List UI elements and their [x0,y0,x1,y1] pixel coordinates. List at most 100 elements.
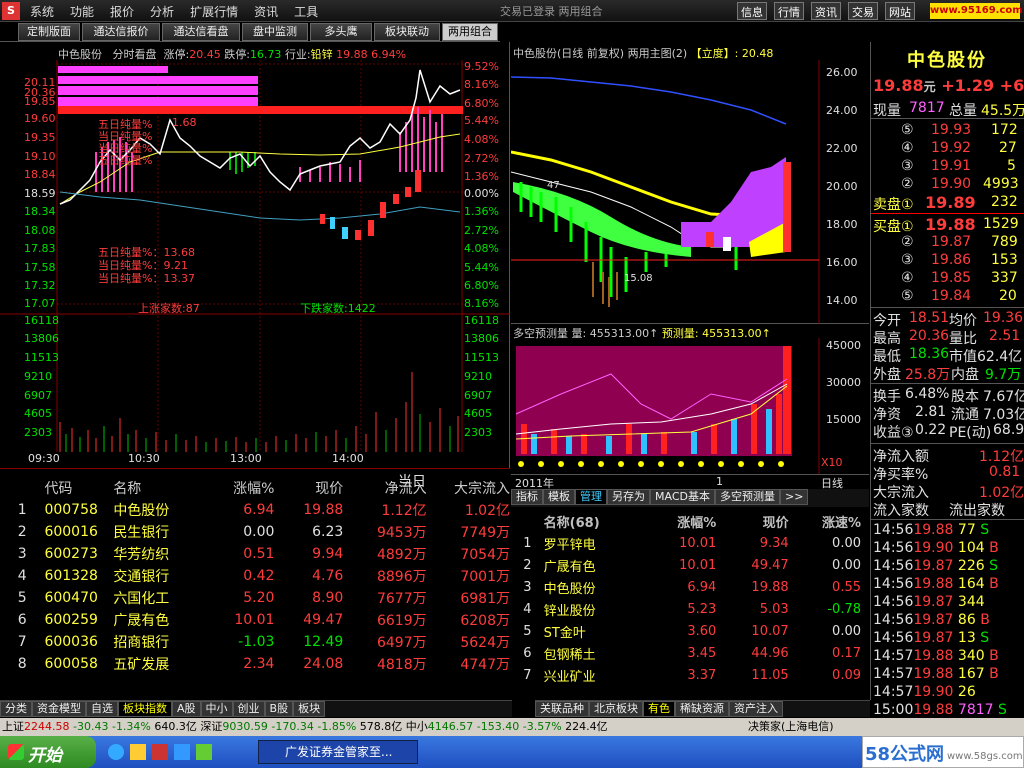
table-row[interactable]: 4 601328 交通银行 0.42 4.76 8896万 7001万 [0,565,510,587]
menu-tools[interactable]: 工具 [286,0,326,20]
stock-name: 六国化工 [113,591,170,607]
col-price[interactable]: 现价 [274,477,343,499]
market-button[interactable]: 行情 [774,2,804,20]
table-row[interactable]: 3 600273 华芳纺织 0.51 9.94 4892万 7054万 [0,543,510,565]
table-row[interactable]: 5 600470 六国化工 5.20 8.90 7677万 6981万 [0,587,510,609]
ad-banner[interactable]: www.95169.com [930,3,1023,19]
tab-sector-link[interactable]: 板块联动 [374,23,440,41]
vol-left-4: 6907 [24,389,52,402]
tab-related[interactable]: 关联品种 [535,701,589,717]
tab-tdx-quote[interactable]: 通达信报价 [82,23,160,41]
info-button[interactable]: 信息 [737,2,767,20]
ie-icon[interactable] [108,744,124,760]
table-row[interactable]: 6 600259 广晟有色 10.01 49.47 6619万 6208万 [0,609,510,631]
price-left-7: 18.59 [24,187,56,200]
tab-scarce[interactable]: 稀缺资源 [675,701,729,717]
quicklaunch-icon[interactable] [196,744,212,760]
fund-flow-grid: 代码 名称 涨幅% 现价 净流入 大宗流入 1 000758 中色股份 6.94 19.88 1.1… [0,477,510,675]
col-code[interactable]: 代码 [44,477,113,499]
news-button[interactable]: 资讯 [811,2,841,20]
tab-custom[interactable]: 定制版面 [18,23,80,41]
col-sector-name[interactable]: 名称 [544,516,570,531]
list-item[interactable]: 7 兴业矿业 3.37 11.05 0.09 [511,664,861,686]
tab-chinext[interactable]: 创业 [232,701,265,717]
quicklaunch-icon[interactable] [174,744,190,760]
list-item[interactable]: 1 罗平锌电 10.01 9.34 0.00 [511,532,861,554]
tab-sector-index[interactable]: 板块指数 [118,701,172,717]
tab-indicator[interactable]: 指标 [511,489,543,505]
sme-index: 4146.57 [427,720,474,733]
col-blockflow[interactable]: 大宗流入 [427,477,510,499]
tick-volume: 344 [957,594,985,610]
price-right-7: 0.00% [464,187,499,200]
tick-volume: 340 [957,648,985,664]
tab-sectors[interactable]: 板块 [293,701,326,717]
tick-volume: 13 [957,630,976,646]
col-sector-pct[interactable]: 涨幅% [646,510,716,532]
tab-more[interactable]: >> [779,489,809,505]
menu-quote[interactable]: 报价 [102,0,142,20]
table-row[interactable]: 1 000758 中色股份 6.94 19.88 1.12亿 1.02亿 [0,499,510,521]
table-row[interactable]: 8 600058 五矿发展 2.34 24.08 4818万 4747万 [0,653,510,675]
col-name[interactable]: 名称 [113,477,207,499]
menu-analysis[interactable]: 分析 [142,0,182,20]
table-row[interactable]: 7 600036 招商银行 -1.03 12.49 6497万 5624万 [0,631,510,653]
stock-price: 6.23 [312,524,344,540]
tab-save-as[interactable]: 另存为 [607,489,650,505]
col-sector-price[interactable]: 现价 [716,510,789,532]
block-inflow: 7054万 [460,547,510,563]
col-netflow[interactable]: 净流入 [343,477,427,499]
tab-monitor[interactable]: 盘中监测 [242,23,308,41]
list-item[interactable]: 4 锌业股份 5.23 5.03 -0.78 [511,598,861,620]
tab-template[interactable]: 模板 [543,489,575,505]
tab-macd[interactable]: MACD基本 [650,489,715,505]
list-item[interactable]: 3 中色股份 6.94 19.88 0.55 [511,576,861,598]
list-item[interactable]: 6 包钢稀土 3.45 44.96 0.17 [511,642,861,664]
menu-function[interactable]: 功能 [62,0,102,20]
tick-row: 14:5619.87 13 S [873,630,989,646]
time-1400: 14:00 [332,452,364,465]
quicklaunch-icon[interactable] [152,744,168,760]
stat-value: 19.36 [983,310,1024,326]
taskbar-app-button[interactable]: 广发证券金管家至... [258,740,418,764]
tab-category[interactable]: 分类 [0,701,32,717]
website-button[interactable]: 网站 [885,2,915,20]
sell-level: ② [901,176,914,192]
menu-system[interactable]: 系统 [22,0,62,20]
stat-value: 62.4亿 [977,349,1023,365]
list-item[interactable]: 2 广晟有色 10.01 49.47 0.00 [511,554,861,576]
tab-combo[interactable]: 两用组合 [442,23,498,41]
tab-watchlist[interactable]: 自选 [86,701,118,717]
tab-asset-injection[interactable]: 资产注入 [729,701,783,717]
tab-fund-model[interactable]: 资金模型 [32,701,86,717]
row-index: 4 [523,601,532,617]
tab-tdx-watch[interactable]: 通达信看盘 [162,23,240,41]
folder-icon[interactable] [130,744,146,760]
stock-code: 601328 [44,568,98,584]
tab-beijing[interactable]: 北京板块 [589,701,643,717]
tab-nonferrous[interactable]: 有色 [643,701,675,717]
stat-label: 内盘 [951,367,979,383]
tab-volume-forecast[interactable]: 多空预测量 [714,489,780,505]
tick-time: 14:56 [873,558,914,574]
flow-label: 净流入额 [873,449,929,465]
menu-extended[interactable]: 扩展行情 [182,0,246,20]
tab-manage[interactable]: 管理 [575,489,607,505]
tab-bull[interactable]: 多头鹰 [310,23,372,41]
tab-b-shares[interactable]: B股 [264,701,294,717]
col-pct[interactable]: 涨幅% [208,477,274,499]
table-row[interactable]: 2 600016 民生银行 0.00 6.23 9453万 7749万 [0,521,510,543]
tick-time: 14:56 [873,522,914,538]
sell-level: 卖盘① [873,197,914,213]
block-inflow: 6981万 [460,591,510,607]
menu-info[interactable]: 资讯 [246,0,286,20]
tab-sme[interactable]: 中小 [200,701,233,717]
stock-name: 华芳纺织 [113,547,170,563]
tab-a-shares[interactable]: A股 [172,701,201,717]
tick-row: 14:5719.88 340 B [873,648,999,664]
trade-button[interactable]: 交易 [848,2,878,20]
list-item[interactable]: 5 ST金叶 3.60 10.07 0.00 [511,620,861,642]
tick-price: 19.87 [913,612,954,628]
time-1300: 13:00 [230,452,262,465]
col-sector-speed[interactable]: 涨速% [789,510,861,532]
